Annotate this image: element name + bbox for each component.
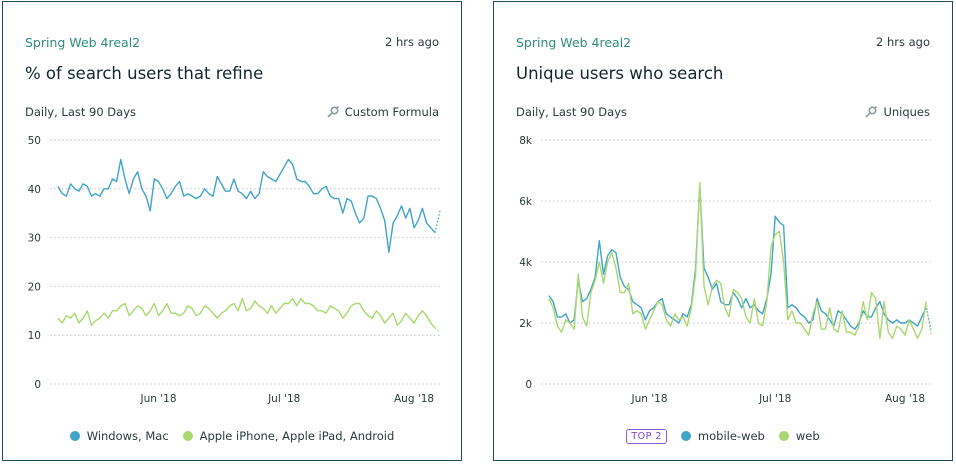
board-link[interactable]: Spring Web 4real2 xyxy=(516,35,631,50)
legend-label: Windows, Mac xyxy=(86,429,169,443)
chart-subheader: Daily, Last 90 Days Uniques xyxy=(516,104,930,120)
x-tick-label: Jun '18 xyxy=(631,393,668,405)
line-chart-refine: 0 10 20 30 40 50 Jun '18 Jul '18 Aug '18 xyxy=(28,135,441,405)
date-range: Daily, Last 90 Days xyxy=(516,105,628,119)
y-tick-label: 20 xyxy=(28,281,41,293)
date-range: Daily, Last 90 Days xyxy=(25,105,137,119)
chart-subheader: Daily, Last 90 Days Custom Formula xyxy=(25,104,439,120)
series-line-1 xyxy=(57,297,436,329)
formula-icon xyxy=(327,105,339,118)
y-tick-label: 40 xyxy=(28,184,41,196)
legend-item-mobile-devices[interactable]: Apple iPhone, Apple iPad, Android xyxy=(182,429,395,443)
metric-type: Custom Formula xyxy=(326,105,439,119)
y-tick-label: 4k xyxy=(519,257,533,269)
x-tick-label: Jul '18 xyxy=(758,393,791,405)
legend-label: Apple iPhone, Apple iPad, Android xyxy=(199,429,395,443)
chart-legend: TOP 2 mobile-web web xyxy=(494,428,952,444)
chart-card-unique-users[interactable]: Spring Web 4real2 2 hrs ago Unique users… xyxy=(493,1,953,461)
updated-time: 2 hrs ago xyxy=(384,35,439,49)
metric-label: Custom Formula xyxy=(344,105,439,119)
uniques-icon xyxy=(865,105,878,118)
legend-item-mobile-web[interactable]: mobile-web xyxy=(680,429,765,443)
y-tick-label: 10 xyxy=(28,330,41,342)
legend-label: mobile-web xyxy=(697,429,765,443)
series-line-0 xyxy=(57,158,436,253)
series-projection-0 xyxy=(925,307,932,330)
series-line-1 xyxy=(548,182,927,340)
chart-legend: Windows, Mac Apple iPhone, Apple iPad, A… xyxy=(3,428,461,444)
y-tick-label: 30 xyxy=(28,233,41,245)
legend-label: web xyxy=(795,429,820,443)
y-tick-label: 8k xyxy=(519,135,533,147)
x-tick-label: Aug '18 xyxy=(394,393,434,405)
y-tick-label: 50 xyxy=(28,135,41,147)
legend-swatch xyxy=(778,431,789,441)
legend-swatch xyxy=(69,431,80,441)
legend-swatch xyxy=(680,431,691,441)
legend-item-web[interactable]: web xyxy=(778,429,820,443)
chart-title[interactable]: % of search users that refine xyxy=(25,64,263,83)
chart-title[interactable]: Unique users who search xyxy=(516,64,723,83)
series-projection-1 xyxy=(434,327,441,334)
chart-card-search-refine[interactable]: Spring Web 4real2 2 hrs ago % of search … xyxy=(2,1,462,461)
card-header: Spring Web 4real2 2 hrs ago xyxy=(25,34,439,50)
line-chart-unique-users: 0 2k 4k 6k 8k Jun '18 Jul '18 Aug '18 xyxy=(519,135,932,405)
y-tick-label: 6k xyxy=(519,196,533,208)
x-tick-label: Aug '18 xyxy=(885,393,925,405)
x-tick-label: Jul '18 xyxy=(267,393,300,405)
y-tick-label: 0 xyxy=(525,379,532,391)
metric-type: Uniques xyxy=(864,105,930,119)
y-tick-label: 0 xyxy=(34,379,41,391)
updated-time: 2 hrs ago xyxy=(875,35,930,49)
top-n-badge[interactable]: TOP 2 xyxy=(626,428,667,444)
board-link[interactable]: Spring Web 4real2 xyxy=(25,35,140,50)
series-projection-0 xyxy=(434,210,441,233)
y-tick-label: 2k xyxy=(519,318,533,330)
x-tick-label: Jun '18 xyxy=(140,393,177,405)
card-header: Spring Web 4real2 2 hrs ago xyxy=(516,34,930,50)
metric-label: Uniques xyxy=(883,105,930,119)
legend-item-windows-mac[interactable]: Windows, Mac xyxy=(69,429,169,443)
legend-swatch xyxy=(182,431,193,441)
